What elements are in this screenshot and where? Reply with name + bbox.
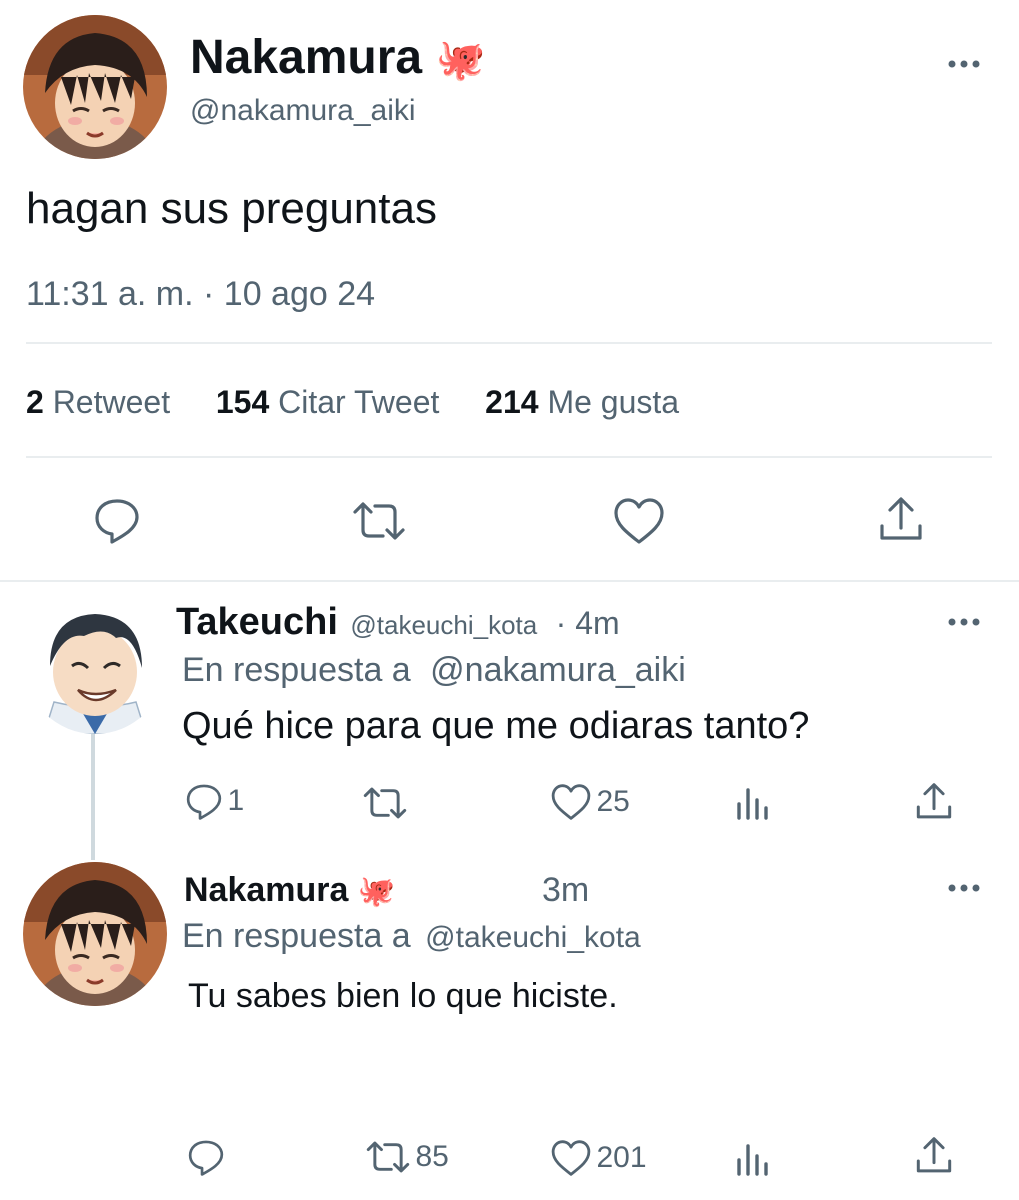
retweet-action[interactable]: 85 [365,1138,449,1176]
likes-stat[interactable]: 214 Me gusta [485,384,679,420]
handle[interactable]: @takeuchi_kota [350,610,537,640]
replying-to-prefix: En respuesta a [182,651,411,689]
divider [26,456,992,458]
like-count: 25 [596,785,630,818]
reply-action[interactable] [187,1138,225,1176]
retweets-count: 2 [26,384,44,420]
reply-icon [187,1138,225,1176]
thread-line [91,734,95,860]
retweet-icon[interactable] [351,498,407,544]
replying-to: En respuesta a @takeuchi_kota [182,914,641,965]
tweet-text: hagan sus preguntas [26,184,437,233]
handle[interactable]: @nakamura_aiki [190,92,416,130]
retweet-count: 85 [415,1140,449,1173]
more-icon[interactable] [944,878,984,898]
avatar[interactable] [23,15,167,159]
like-action[interactable]: 25 [550,782,630,822]
more-icon[interactable] [944,54,984,74]
like-icon [550,1138,592,1178]
replying-to-handle[interactable]: @nakamura_aiki [430,651,686,689]
views-icon[interactable] [735,784,769,820]
views-icon[interactable] [735,1140,769,1176]
timestamp[interactable]: · 4m [556,605,620,641]
avatar[interactable] [23,862,167,1006]
retweets-label: Retweet [52,384,171,420]
reply-count: 1 [227,784,245,817]
quotes-stat[interactable]: 154 Citar Tweet [216,384,448,420]
octopus-emoji: 🐙 [357,875,396,908]
reply-action[interactable]: 1 [185,782,244,822]
replying-to: En respuesta a @nakamura_aiki [182,648,686,692]
divider [0,580,1019,582]
share-icon[interactable] [915,1136,953,1176]
tweet-text: Tu sabes bien lo que hiciste. [188,977,618,1015]
likes-label: Me gusta [547,384,680,420]
reply-icon[interactable] [93,496,141,544]
reply-header: Takeuchi @takeuchi_kota · 4m [176,600,620,652]
display-name[interactable]: Takeuchi [176,601,338,643]
likes-count: 214 [485,384,539,420]
like-action[interactable]: 201 [550,1138,647,1178]
avatar-image [24,592,166,734]
avatar-image [23,862,167,1006]
reply-header: Nakamura 🐙 [184,868,395,919]
share-icon[interactable] [878,496,924,544]
stats-row: 2 Retweet 154 Citar Tweet 214 Me gusta [26,382,679,422]
retweet-icon [365,1138,411,1176]
retweet-action[interactable] [362,784,408,822]
divider [26,342,992,344]
display-name[interactable]: Nakamura 🐙 [190,30,485,88]
like-icon[interactable] [612,496,666,546]
retweets-stat[interactable]: 2 Retweet [26,384,179,420]
quotes-count: 154 [215,384,270,420]
retweet-icon [362,784,408,822]
display-name-text: Nakamura [190,31,423,84]
more-icon[interactable] [944,612,984,632]
share-icon[interactable] [915,782,953,822]
like-count: 201 [596,1141,647,1174]
display-name-text: Nakamura [184,871,349,909]
avatar[interactable] [24,592,166,734]
like-icon [550,782,592,822]
reply-icon [185,782,223,820]
quotes-label: Citar Tweet [278,384,440,420]
timestamp[interactable]: 3m [542,868,589,912]
timestamp[interactable]: 11:31 a. m. · 10 ago 24 [26,274,375,314]
avatar-image [23,15,167,159]
octopus-emoji: 🐙 [435,38,486,82]
tweet-text: Qué hice para que me odiaras tanto? [182,705,810,747]
display-name[interactable]: Nakamura 🐙 [184,871,395,909]
replying-to-handle[interactable]: @takeuchi_kota [425,921,641,954]
replying-to-prefix: En respuesta a [182,917,411,955]
